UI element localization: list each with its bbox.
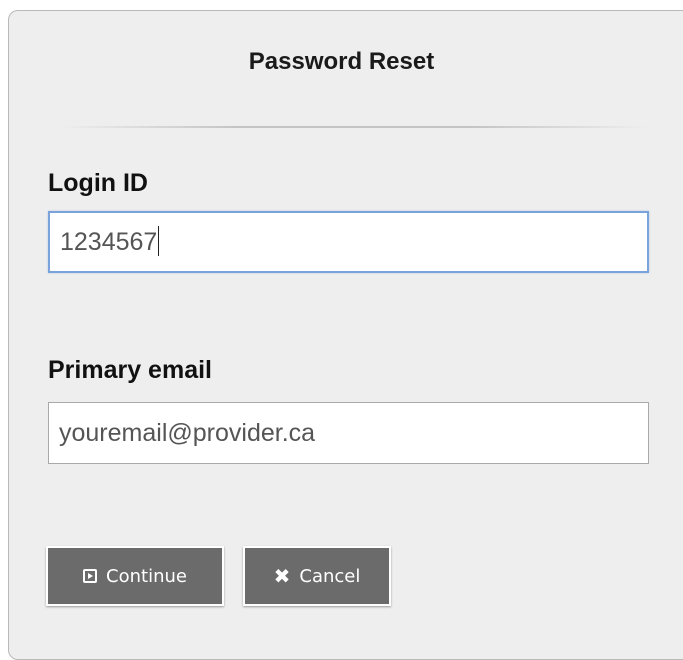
- close-icon: ✖: [273, 564, 291, 588]
- cancel-button[interactable]: ✖ Cancel: [243, 546, 391, 606]
- login-id-input[interactable]: 1234567: [48, 211, 649, 273]
- continue-label: Continue: [106, 565, 187, 587]
- title-divider: [60, 126, 648, 128]
- cancel-label: Cancel: [299, 565, 361, 587]
- play-square-icon: [83, 569, 98, 583]
- continue-button[interactable]: Continue: [46, 546, 224, 606]
- dialog-title: Password Reset: [248, 48, 435, 75]
- primary-email-value: youremail@provider.ca: [59, 419, 316, 447]
- login-id-label: Login ID: [48, 169, 148, 197]
- primary-email-label: Primary email: [48, 356, 212, 384]
- login-id-value: 1234567: [60, 228, 158, 256]
- primary-email-input[interactable]: youremail@provider.ca: [48, 402, 649, 464]
- text-caret: [158, 226, 160, 257]
